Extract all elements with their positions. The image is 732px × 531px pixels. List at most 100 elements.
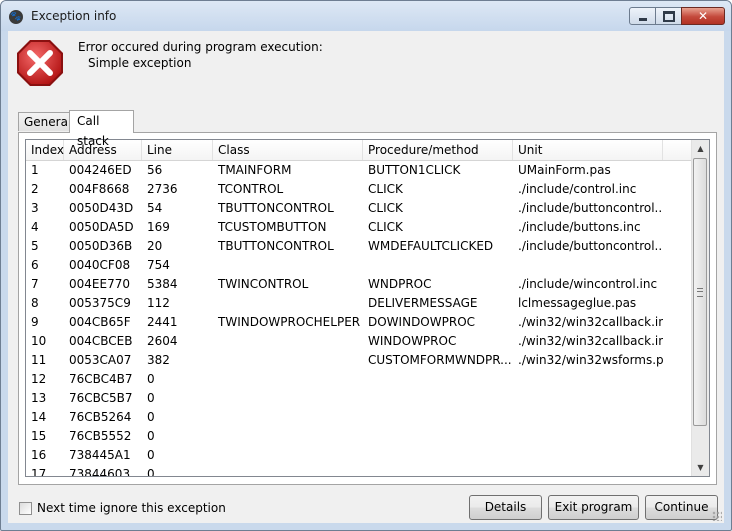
cell-unit: ./win32/win32callback.inc [518, 315, 663, 329]
close-button[interactable]: ✕ [681, 7, 725, 25]
call-stack-list[interactable]: Index Address Line Class Procedure/metho… [25, 139, 710, 477]
maximize-icon [662, 10, 675, 22]
cell-address: 0050DA5D [69, 220, 134, 234]
cell-index: 17 [31, 467, 47, 477]
cell-class [213, 294, 363, 313]
table-row[interactable]: 11 0053CA07 382 CUSTOMFORMWNDPR... ./win32/w… [26, 351, 692, 370]
scroll-down-arrow-icon[interactable]: ▼ [692, 459, 709, 476]
cell-unit [513, 256, 663, 275]
cell-unit: ./win32/win32wsforms.pp [518, 353, 663, 367]
table-row[interactable]: 15 76CB5552 0 [26, 427, 692, 446]
list-header: Index Address Line Class Procedure/metho… [26, 140, 692, 161]
table-row[interactable]: 17 73844603 0 [26, 465, 692, 477]
cell-address: 76CB5264 [69, 410, 132, 424]
table-row[interactable]: 16 738445A1 0 [26, 446, 692, 465]
cell-line: 0 [147, 467, 155, 477]
cell-unit [513, 389, 663, 408]
cell-class: TBUTTONCONTROL [218, 239, 334, 253]
column-header-line[interactable]: Line [142, 140, 213, 160]
cell-address: 004CBCEB [69, 334, 133, 348]
cell-line: 754 [147, 258, 170, 272]
ignore-exception-checkbox[interactable] [19, 501, 32, 515]
cell-address: 738445A1 [69, 448, 131, 462]
table-row[interactable]: 14 76CB5264 0 [26, 408, 692, 427]
cell-line: 382 [147, 353, 170, 367]
cell-class [213, 256, 363, 275]
grip-icon [697, 287, 703, 297]
resize-grip-icon[interactable] [712, 511, 722, 521]
cell-address: 004EE770 [69, 277, 130, 291]
table-row[interactable]: 3 0050D43D 54 TBUTTONCONTROL CLICK ./include/… [26, 199, 692, 218]
cell-unit [513, 370, 663, 389]
table-row[interactable]: 9 004CB65F 2441 TWINDOWPROCHELPER DOWINDOWPR… [26, 313, 692, 332]
error-message-heading: Error occured during program execution: [78, 40, 323, 54]
cell-class: TWINDOWPROCHELPER [218, 315, 361, 329]
scroll-up-arrow-icon[interactable]: ▲ [692, 140, 709, 157]
cell-index: 11 [31, 353, 47, 367]
cell-index: 9 [31, 315, 39, 329]
cell-index: 10 [31, 334, 47, 348]
cell-line: 0 [147, 448, 155, 462]
continue-button[interactable]: Continue [645, 495, 718, 520]
cell-procedure: CLICK [368, 182, 403, 196]
cell-class: TCONTROL [218, 182, 284, 196]
cell-procedure: WINDOWPROC [368, 334, 457, 348]
cell-class [213, 389, 363, 408]
cell-line: 5384 [147, 277, 178, 291]
table-row[interactable]: 2 004F8668 2736 TCONTROL CLICK ./include/cont… [26, 180, 692, 199]
details-button[interactable]: Details [469, 495, 542, 520]
cell-class [213, 465, 363, 476]
minimize-button[interactable] [629, 7, 656, 25]
cell-line: 169 [147, 220, 170, 234]
column-header-index[interactable]: Index [26, 140, 64, 160]
cell-index: 16 [31, 448, 47, 462]
vertical-scrollbar[interactable]: ▲ ▼ [691, 140, 709, 476]
table-row[interactable]: 10 004CBCEB 2604 WINDOWPROC ./win32/win32cal… [26, 332, 692, 351]
cell-procedure: BUTTON1CLICK [368, 163, 461, 177]
column-header-class[interactable]: Class [213, 140, 363, 160]
tab-call-stack[interactable]: Call stack [69, 110, 134, 148]
cell-address: 0050D43D [69, 201, 134, 215]
window-controls: ✕ [629, 7, 725, 25]
ignore-exception-option[interactable]: Next time ignore this exception [19, 501, 226, 515]
cell-class: TBUTTONCONTROL [218, 201, 334, 215]
title-bar[interactable]: 🐾 Exception info ✕ [1, 1, 731, 31]
cell-unit [513, 446, 663, 465]
cell-index: 3 [31, 201, 39, 215]
cell-unit [513, 408, 663, 427]
cell-index: 6 [31, 258, 39, 272]
table-row[interactable]: 12 76CBC4B7 0 [26, 370, 692, 389]
cell-line: 0 [147, 410, 155, 424]
cell-class [213, 370, 363, 389]
table-row[interactable]: 7 004EE770 5384 TWINCONTROL WNDPROC ./include… [26, 275, 692, 294]
exit-program-button[interactable]: Exit program [548, 495, 639, 520]
cell-address: 76CBC5B7 [69, 391, 133, 405]
cell-line: 0 [147, 429, 155, 443]
table-row[interactable]: 4 0050DA5D 169 TCUSTOMBUTTON CLICK ./include/… [26, 218, 692, 237]
table-row[interactable]: 1 004246ED 56 TMAINFORM BUTTON1CLICK UMainFor… [26, 161, 692, 180]
table-row[interactable]: 8 005375C9 112 DELIVERMESSAGE lclmessageglue… [26, 294, 692, 313]
cell-class [213, 351, 363, 370]
column-header-procedure[interactable]: Procedure/method [363, 140, 513, 160]
table-row[interactable]: 5 0050D36B 20 TBUTTONCONTROL WMDEFAULTCLICKE… [26, 237, 692, 256]
scrollbar-thumb[interactable] [693, 158, 707, 426]
cell-unit: lclmessageglue.pas [518, 296, 637, 310]
cell-procedure: CLICK [368, 201, 403, 215]
tab-general[interactable]: General [18, 112, 71, 131]
cell-line: 54 [147, 201, 163, 215]
column-header-extra[interactable] [663, 140, 692, 160]
table-row[interactable]: 13 76CBC5B7 0 [26, 389, 692, 408]
cell-index: 12 [31, 372, 47, 386]
cell-line: 2604 [147, 334, 178, 348]
cell-class [213, 408, 363, 427]
error-message-detail: Simple exception [88, 56, 192, 70]
cell-index: 5 [31, 239, 39, 253]
table-row[interactable]: 6 0040CF08 754 [26, 256, 692, 275]
call-stack-panel: Index Address Line Class Procedure/metho… [18, 132, 717, 485]
column-header-unit[interactable]: Unit [513, 140, 663, 160]
cell-procedure [363, 370, 513, 389]
maximize-button[interactable] [655, 7, 682, 25]
cell-address: 005375C9 [69, 296, 131, 310]
cell-class: TWINCONTROL [218, 277, 309, 291]
cell-line: 0 [147, 372, 155, 386]
